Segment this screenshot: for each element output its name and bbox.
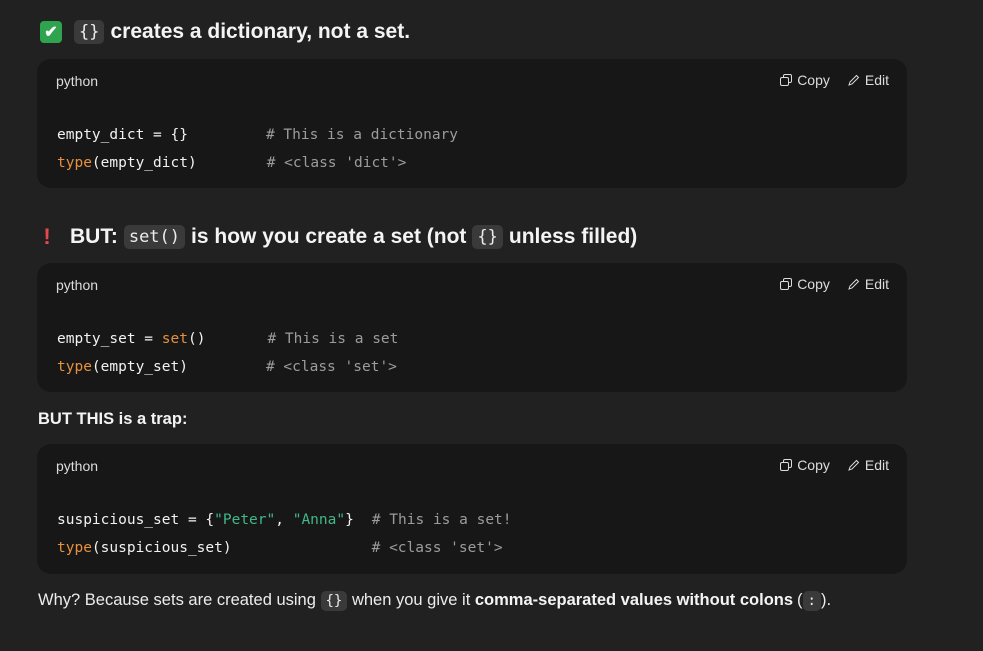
paragraph-text: ( [797, 591, 803, 609]
inline-code: : [802, 591, 821, 611]
why-paragraph: Why? Because sets are created using {} w… [38, 591, 832, 611]
code-string: "Anna" [292, 512, 346, 528]
pencil-icon [848, 459, 860, 471]
code-comment: # This is a set! [371, 512, 512, 528]
code-keyword: type [57, 155, 92, 171]
heading-text: unless filled) [508, 225, 638, 248]
heading-text: is how you create a set (not [191, 225, 467, 248]
code-language-label: python [56, 73, 99, 89]
edit-label: Edit [864, 276, 889, 292]
code-comment: # <class 'set'> [371, 540, 503, 556]
copy-icon [780, 459, 793, 471]
exclamation-icon: ! [43, 224, 51, 249]
copy-button[interactable]: Copy [780, 276, 830, 292]
code-comment: # This is a set [267, 331, 399, 347]
code-block-3: python Copy Edit suspicious_set = {"Pete… [37, 444, 907, 574]
edit-label: Edit [864, 457, 889, 473]
edit-button[interactable]: Edit [848, 72, 889, 88]
code-keyword: set [161, 331, 188, 347]
code-block-1: python Copy Edit empty_dict = {} # This i… [37, 59, 907, 188]
code-string: "Peter" [214, 512, 276, 528]
section-heading-set: ! BUT: set() is how you create a set (no… [40, 224, 637, 250]
code-text: (empty_set) [91, 359, 188, 375]
bold-text: comma-separated values without colons [474, 591, 794, 609]
code-language-label: python [56, 277, 99, 293]
paragraph-text: when you give it [351, 591, 471, 609]
copy-button[interactable]: Copy [780, 457, 830, 473]
code-text: suspicious_set = { [57, 512, 215, 528]
section-heading-dict: ✔ {} creates a dictionary, not a set. [40, 20, 410, 44]
copy-label: Copy [797, 457, 830, 473]
code-body: suspicious_set = {"Peter", "Anna"} # This… [57, 506, 512, 562]
heading-text: creates a dictionary, not a set. [110, 20, 411, 43]
check-mark-icon: ✔ [40, 21, 62, 43]
code-comment: # <class 'dict'> [266, 155, 407, 171]
code-text: } [345, 512, 354, 528]
code-text: , [275, 512, 293, 528]
code-language-label: python [56, 458, 99, 474]
copy-label: Copy [797, 276, 830, 292]
code-text: (suspicious_set) [91, 540, 232, 556]
pencil-icon [848, 278, 860, 290]
heading-prefix: BUT: [70, 225, 118, 248]
code-actions: Copy Edit [780, 72, 889, 88]
inline-code: {} [320, 591, 348, 611]
code-keyword: type [57, 359, 92, 375]
code-body: empty_dict = {} # This is a dictionary ty… [57, 121, 458, 177]
inline-code: {} [472, 225, 503, 249]
code-text: empty_dict = {} [57, 127, 188, 143]
copy-button[interactable]: Copy [780, 72, 830, 88]
copy-icon [780, 278, 793, 290]
paragraph-text: ). [820, 591, 832, 609]
code-text: (empty_dict) [91, 155, 197, 171]
paragraph-text: Why? Because sets are created using [38, 591, 316, 609]
code-block-2: python Copy Edit empty_set = set() # This… [37, 263, 907, 392]
copy-icon [780, 74, 793, 86]
edit-label: Edit [864, 72, 889, 88]
trap-heading: BUT THIS is a trap: [38, 410, 188, 428]
code-body: empty_set = set() # This is a set type(em… [57, 325, 398, 381]
inline-code: {} [74, 20, 105, 44]
code-keyword: type [57, 540, 92, 556]
edit-button[interactable]: Edit [848, 457, 889, 473]
edit-button[interactable]: Edit [848, 276, 889, 292]
code-comment: # This is a dictionary [265, 127, 459, 143]
code-actions: Copy Edit [780, 276, 889, 292]
code-text: empty_set = [57, 331, 162, 347]
code-actions: Copy Edit [780, 457, 889, 473]
copy-label: Copy [797, 72, 830, 88]
code-comment: # <class 'set'> [265, 359, 397, 375]
pencil-icon [848, 74, 860, 86]
inline-code: set() [123, 225, 186, 249]
code-text: () [187, 331, 206, 347]
